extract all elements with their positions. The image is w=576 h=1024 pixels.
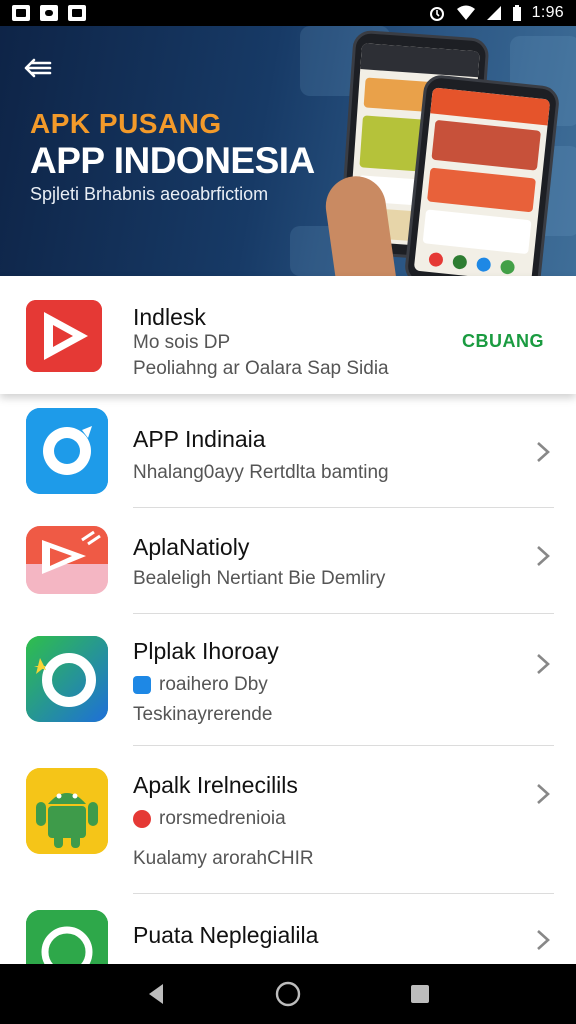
chevron-right-icon xyxy=(537,546,550,566)
list-item[interactable]: AplaNatioly Bealeligh Nertiant Bie Demli… xyxy=(0,508,576,614)
phone-dot xyxy=(475,256,492,273)
chevron-right-icon xyxy=(537,442,550,462)
status-left-icons xyxy=(12,5,86,21)
app-name: Apalk Irelnecilils xyxy=(133,772,298,798)
app-description: Bealeligh Nertiant Bie Demliry xyxy=(133,568,386,589)
status-right-icons: 1:96 xyxy=(428,4,564,22)
status-time: 1:96 xyxy=(531,4,564,21)
phone-dot xyxy=(452,254,468,270)
nav-back-button[interactable] xyxy=(139,977,173,1011)
banner-kicker: APK PUSANG xyxy=(30,108,222,139)
app-publisher-name: roaihero Dby xyxy=(159,674,268,695)
app-publisher: roaihero Dby xyxy=(133,674,268,696)
red-play-icon xyxy=(26,300,102,372)
featured-app-name: Indlesk xyxy=(133,304,206,330)
phone-topbar xyxy=(430,87,551,126)
featured-app-description: Peoliahng ar Oalara Sap Sidia xyxy=(133,358,389,379)
android-robot-icon xyxy=(26,768,108,854)
phone-card xyxy=(431,119,541,171)
nav-recents-button[interactable] xyxy=(403,977,437,1011)
banner-title: APP INDONESIA xyxy=(30,140,315,181)
system-nav-bar xyxy=(0,964,576,1024)
app-name: Plplak Ihoroay xyxy=(133,638,279,664)
banner-subtitle: Spjleti Brhabnis aeoabrfictiom xyxy=(30,184,269,204)
nav-home-button[interactable] xyxy=(271,977,305,1011)
phone-card xyxy=(422,209,532,255)
photo-icon xyxy=(68,5,86,21)
battery-icon xyxy=(512,5,521,21)
nav-back-icon xyxy=(149,984,163,1004)
phone-dot xyxy=(428,251,444,268)
phone-illustration xyxy=(403,73,561,276)
app-publisher-name: rorsmedrenioia xyxy=(159,808,286,829)
green-whatsapp-icon xyxy=(26,910,108,964)
gallery-icon xyxy=(12,5,30,21)
install-button[interactable]: CBUANG xyxy=(462,331,544,352)
blue-chat-icon xyxy=(26,408,108,494)
chevron-right-icon xyxy=(537,930,550,950)
app-description: Nhalang0ayy Rertdlta bamting xyxy=(133,462,389,483)
featured-app-meta: Mo sois DP xyxy=(133,332,231,353)
app-description: Kualamy arorahCHIR xyxy=(133,848,314,869)
featured-app-card[interactable]: Indlesk Mo sois DP Peoliahng ar Oalara S… xyxy=(0,276,576,394)
chevron-right-icon xyxy=(537,784,550,804)
app-publisher: rorsmedrenioia xyxy=(133,808,286,830)
app-name: APP Indinaia xyxy=(133,426,266,452)
app-description: Teskinayrerende xyxy=(133,704,273,725)
publisher-badge-icon xyxy=(133,810,151,828)
alarm-icon xyxy=(429,7,444,21)
list-item[interactable]: Plplak Ihoroay roaihero Dby Teskinayrere… xyxy=(0,614,576,746)
app-name: Puata Neplegialila xyxy=(133,922,319,948)
phone-dot xyxy=(499,259,516,275)
nav-home-icon xyxy=(275,981,301,1007)
phone-topbar xyxy=(360,43,480,78)
phone-screen xyxy=(413,87,551,276)
nav-recents-icon xyxy=(411,985,429,1003)
publisher-badge-icon xyxy=(133,676,151,694)
back-arrow-icon[interactable] xyxy=(22,54,54,82)
app-name: AplaNatioly xyxy=(133,534,250,560)
app-screen: 1:96 APK PUSANG APP INDONESIA Spjleti Br… xyxy=(0,0,576,1024)
signal-icon xyxy=(486,6,501,20)
list-item[interactable]: APP Indinaia Nhalang0ayy Rertdlta bamtin… xyxy=(0,394,576,508)
list-item[interactable]: Puata Neplegialila xyxy=(0,894,576,964)
status-bar: 1:96 xyxy=(0,0,576,26)
red-play-pink-icon xyxy=(26,526,108,594)
message-icon xyxy=(40,5,58,21)
green-refresh-icon xyxy=(26,636,108,722)
chevron-right-icon xyxy=(537,654,550,674)
phone-card xyxy=(426,167,536,213)
hero-banner: APK PUSANG APP INDONESIA Spjleti Brhabni… xyxy=(0,26,576,276)
list-item[interactable]: Apalk Irelnecilils rorsmedrenioia Kualam… xyxy=(0,746,576,894)
wifi-icon xyxy=(456,5,475,20)
